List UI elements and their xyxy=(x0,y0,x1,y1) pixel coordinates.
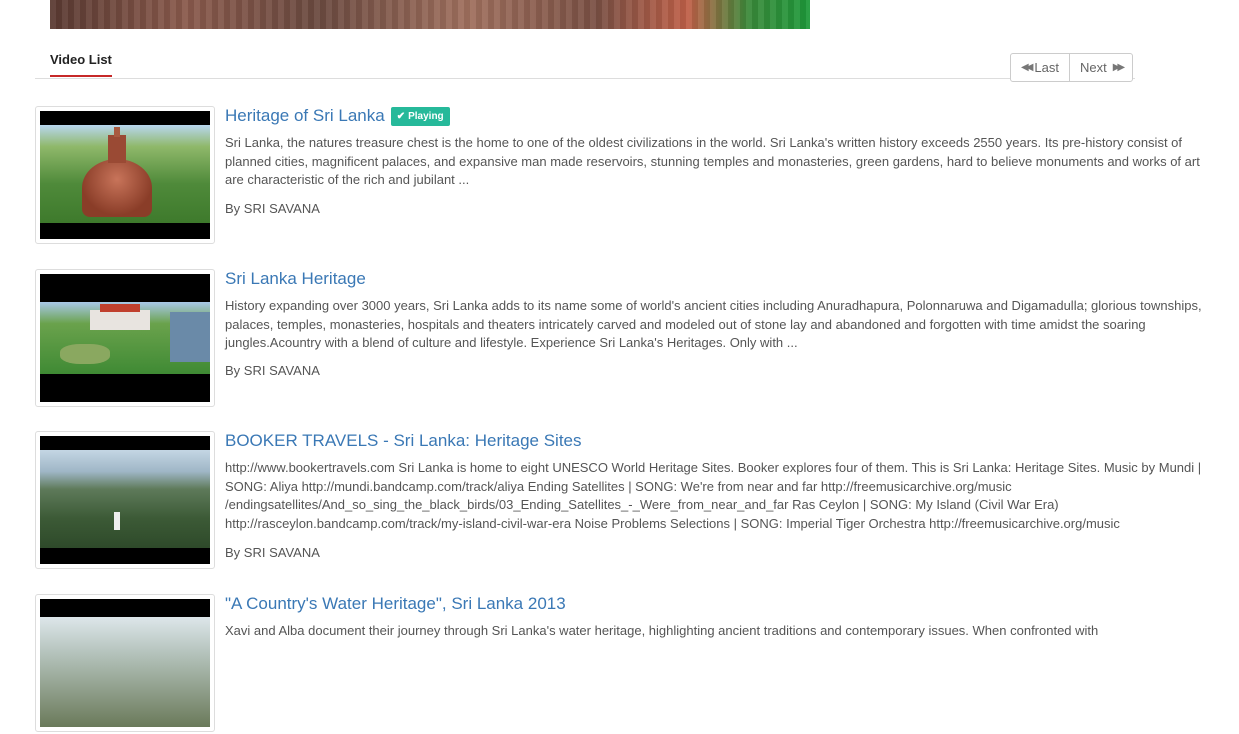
double-chevron-left-icon: ◀◀ xyxy=(1021,62,1034,73)
last-button[interactable]: ◀◀ Last xyxy=(1011,54,1069,81)
list-item: Sri Lanka Heritage History expanding ove… xyxy=(35,269,1205,409)
list-item: BOOKER TRAVELS - Sri Lanka: Heritage Sit… xyxy=(35,431,1205,571)
tab-video-list[interactable]: Video List xyxy=(50,52,112,77)
list-item: Heritage of Sri Lanka ✔ Playing Sri Lank… xyxy=(35,106,1205,246)
video-description: Sri Lanka, the natures treasure chest is… xyxy=(225,135,1200,187)
video-thumbnail[interactable] xyxy=(35,431,215,569)
video-thumbnail[interactable] xyxy=(35,106,215,244)
video-thumbnail[interactable] xyxy=(35,594,215,732)
playing-badge: ✔ Playing xyxy=(390,106,450,126)
tabs-bar: Video List xyxy=(35,46,1135,79)
video-title-link[interactable]: Heritage of Sri Lanka xyxy=(225,106,385,126)
video-title-link[interactable]: "A Country's Water Heritage", Sri Lanka … xyxy=(225,594,566,614)
last-button-label: Last xyxy=(1034,60,1059,75)
video-author: By SRI SAVANA xyxy=(225,363,320,378)
video-thumbnail[interactable] xyxy=(35,269,215,407)
video-description: Xavi and Alba document their journey thr… xyxy=(225,623,1099,638)
video-author: By SRI SAVANA xyxy=(225,545,320,560)
next-button[interactable]: Next ▶▶ xyxy=(1068,54,1132,81)
playing-badge-label: Playing xyxy=(408,110,444,122)
video-title-link[interactable]: Sri Lanka Heritage xyxy=(225,269,366,289)
video-description: http://www.bookertravels.com Sri Lanka i… xyxy=(225,460,1202,531)
list-item: "A Country's Water Heritage", Sri Lanka … xyxy=(35,594,1205,734)
video-player-preview[interactable] xyxy=(50,0,810,29)
pager: ◀◀ Last Next ▶▶ xyxy=(1010,53,1134,82)
video-description: History expanding over 3000 years, Sri L… xyxy=(225,298,1202,350)
check-icon: ✔ xyxy=(396,110,406,122)
video-title-link[interactable]: BOOKER TRAVELS - Sri Lanka: Heritage Sit… xyxy=(225,431,582,451)
next-button-label: Next xyxy=(1079,60,1107,75)
video-author: By SRI SAVANA xyxy=(225,201,320,216)
double-chevron-right-icon: ▶▶ xyxy=(1112,62,1126,73)
